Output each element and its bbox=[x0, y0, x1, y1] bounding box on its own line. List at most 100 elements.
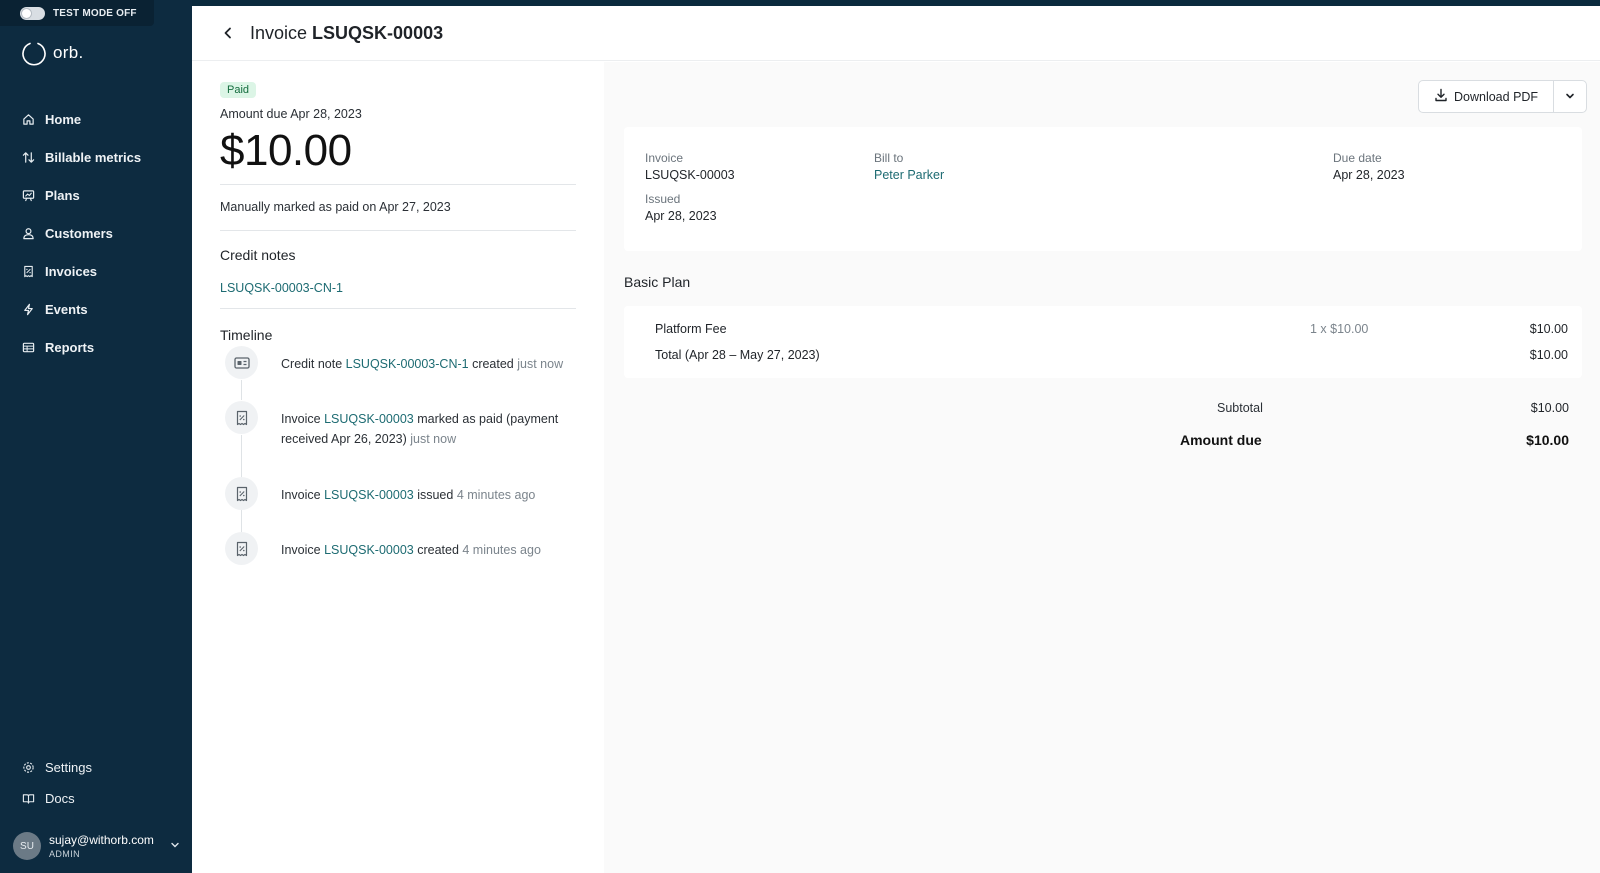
chevron-down-icon[interactable] bbox=[170, 837, 180, 855]
line-items-card: Platform Fee 1 x $10.00 $10.00 Total (Ap… bbox=[624, 306, 1582, 378]
avatar: SU bbox=[13, 832, 41, 860]
sidebar: TEST MODE OFF orb. Home Billable metrics… bbox=[0, 0, 192, 873]
timeline-link[interactable]: LSUQSK-00003 bbox=[324, 543, 414, 557]
issued-label: Issued bbox=[645, 192, 681, 206]
divider bbox=[220, 184, 576, 185]
nav-label: Docs bbox=[45, 791, 75, 806]
nav-item-events[interactable]: Events bbox=[0, 290, 192, 328]
nav-label: Customers bbox=[45, 225, 113, 241]
bolt-icon bbox=[21, 302, 35, 316]
subtotal-value: $10.00 bbox=[1530, 401, 1569, 415]
amount-due-value: $10.00 bbox=[220, 126, 352, 175]
timeline-link[interactable]: LSUQSK-00003-CN-1 bbox=[346, 357, 469, 371]
nav-item-docs[interactable]: Docs bbox=[0, 783, 192, 814]
arrows-updown-icon bbox=[21, 150, 35, 164]
timeline-text-pre: Invoice bbox=[281, 488, 325, 502]
nav-label: Billable metrics bbox=[45, 149, 142, 165]
nav-label: Settings bbox=[45, 760, 92, 775]
nav-item-customers[interactable]: Customers bbox=[0, 214, 192, 252]
main-nav: Home Billable metrics Plans Customers In… bbox=[0, 100, 192, 366]
timeline-text: Credit note LSUQSK-00003-CN-1 created ju… bbox=[281, 354, 571, 374]
due-date-label: Due date bbox=[1333, 151, 1382, 165]
nav-item-invoices[interactable]: Invoices bbox=[0, 252, 192, 290]
nav-item-billable-metrics[interactable]: Billable metrics bbox=[0, 138, 192, 176]
user-menu[interactable]: SU sujay@withorb.com ADMIN bbox=[13, 832, 183, 860]
timeline-link[interactable]: LSUQSK-00003 bbox=[324, 412, 414, 426]
timeline-time: just now bbox=[410, 432, 457, 446]
download-pdf-button[interactable]: Download PDF bbox=[1419, 81, 1555, 112]
nav-item-home[interactable]: Home bbox=[0, 100, 192, 138]
amount-due-label: Amount due Apr 28, 2023 bbox=[220, 107, 362, 121]
timeline-text-post: created bbox=[468, 357, 518, 371]
book-icon bbox=[21, 792, 35, 806]
timeline-connector bbox=[241, 510, 242, 532]
receipt-icon bbox=[21, 264, 35, 278]
nav-item-settings[interactable]: Settings bbox=[0, 752, 192, 783]
nav-item-plans[interactable]: Plans bbox=[0, 176, 192, 214]
page-header: Invoice LSUQSK-00003 bbox=[192, 6, 1600, 61]
invoice-summary-panel: Paid Amount due Apr 28, 2023 $10.00 Manu… bbox=[192, 62, 604, 873]
amount-due-total-label: Amount due bbox=[1180, 432, 1262, 448]
timeline-text-pre: Invoice bbox=[281, 412, 325, 426]
plan-name: Basic Plan bbox=[624, 274, 691, 290]
back-arrow-icon[interactable] bbox=[220, 25, 236, 41]
credit-notes-heading: Credit notes bbox=[220, 247, 296, 263]
credit-note-link[interactable]: LSUQSK-00003-CN-1 bbox=[220, 281, 576, 295]
logo-text: orb. bbox=[53, 43, 84, 62]
toggle-switch[interactable] bbox=[20, 6, 45, 20]
receipt-icon bbox=[225, 401, 258, 434]
nav-label: Home bbox=[45, 111, 82, 127]
amount-due-total-value: $10.00 bbox=[1526, 432, 1569, 448]
timeline-time: 4 minutes ago bbox=[462, 543, 541, 557]
page-title-invoice-id: LSUQSK-00003 bbox=[312, 22, 444, 43]
table-icon bbox=[21, 340, 35, 354]
subtotal-label: Subtotal bbox=[1217, 401, 1263, 415]
orb-logo-icon bbox=[22, 42, 46, 66]
timeline-connector bbox=[241, 435, 242, 477]
timeline-text-post: issued bbox=[413, 488, 457, 502]
timeline-text-post: created bbox=[413, 543, 463, 557]
plans-icon bbox=[21, 188, 35, 202]
receipt-icon bbox=[225, 532, 258, 565]
secondary-nav: Settings Docs bbox=[0, 752, 192, 814]
timeline-connector bbox=[241, 380, 242, 400]
paid-note: Manually marked as paid on Apr 27, 2023 bbox=[220, 200, 451, 214]
timeline-time: 4 minutes ago bbox=[456, 488, 536, 502]
home-icon bbox=[21, 112, 35, 126]
invoice-number-value: LSUQSK-00003 bbox=[645, 168, 735, 182]
test-mode-toggle[interactable]: TEST MODE OFF bbox=[0, 0, 154, 26]
divider bbox=[220, 308, 576, 309]
logo[interactable]: orb. bbox=[21, 40, 84, 66]
nav-label: Reports bbox=[45, 339, 95, 355]
nav-label: Events bbox=[45, 301, 88, 317]
users-icon bbox=[21, 226, 35, 240]
gear-icon bbox=[21, 761, 35, 775]
line-total-amount: $10.00 bbox=[1529, 348, 1568, 362]
timeline-text: Invoice LSUQSK-00003 marked as paid (pay… bbox=[281, 409, 571, 449]
timeline-heading: Timeline bbox=[220, 327, 273, 343]
page-title-prefix: Invoice bbox=[250, 22, 308, 43]
receipt-icon bbox=[225, 477, 258, 510]
timeline-text-pre: Credit note bbox=[281, 357, 346, 371]
chevron-down-icon bbox=[1565, 88, 1575, 106]
timeline-link[interactable]: LSUQSK-00003 bbox=[324, 488, 414, 502]
download-icon bbox=[1434, 88, 1448, 105]
download-button-group: Download PDF bbox=[1418, 80, 1588, 113]
download-options-button[interactable] bbox=[1554, 81, 1586, 112]
nav-label: Plans bbox=[45, 187, 80, 203]
timeline-text: Invoice LSUQSK-00003 created 4 minutes a… bbox=[281, 540, 571, 560]
user-info: sujay@withorb.com ADMIN bbox=[49, 833, 154, 859]
page-title: Invoice LSUQSK-00003 bbox=[250, 23, 443, 44]
line-item-qty-price: 1 x $10.00 bbox=[1310, 322, 1369, 336]
bill-to-label: Bill to bbox=[874, 151, 904, 165]
line-item-name: Platform Fee bbox=[655, 322, 727, 336]
issued-value: Apr 28, 2023 bbox=[645, 209, 717, 223]
invoice-meta-card: Invoice LSUQSK-00003 Issued Apr 28, 2023… bbox=[624, 127, 1582, 251]
bill-to-customer-link[interactable]: Peter Parker bbox=[874, 168, 944, 182]
nav-item-reports[interactable]: Reports bbox=[0, 328, 192, 366]
invoice-number-label: Invoice bbox=[645, 151, 684, 165]
download-pdf-label: Download PDF bbox=[1454, 89, 1539, 104]
divider bbox=[220, 230, 576, 231]
timeline-text-pre: Invoice bbox=[281, 543, 325, 557]
test-mode-label: TEST MODE OFF bbox=[53, 7, 137, 19]
